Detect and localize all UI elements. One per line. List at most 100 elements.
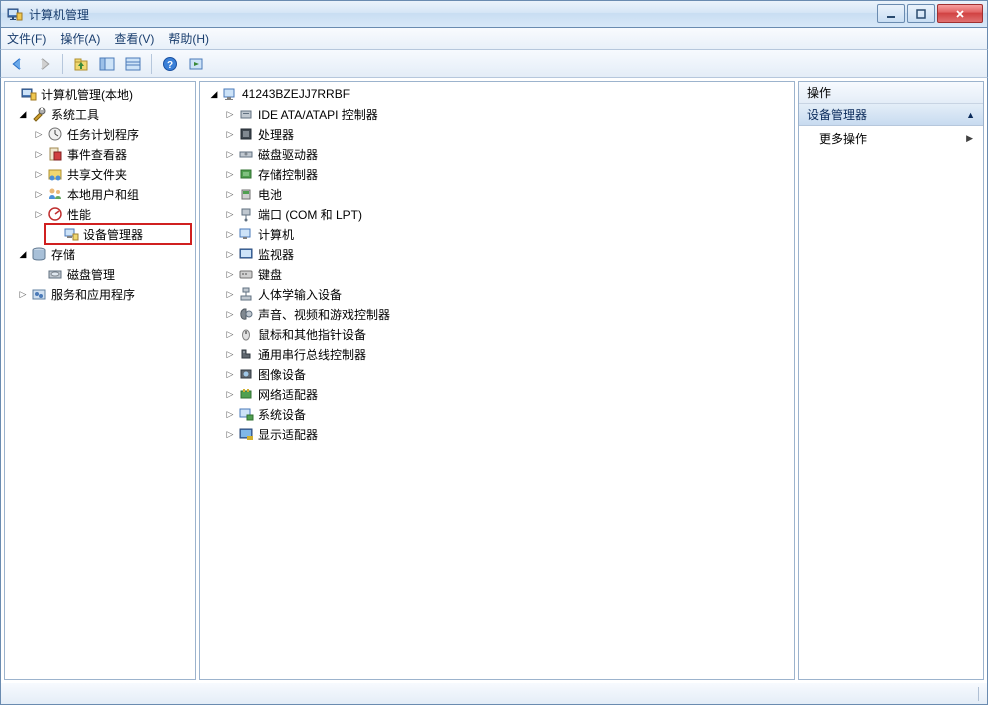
expander-icon[interactable]: ▷ <box>222 326 238 342</box>
expander-icon[interactable]: ▷ <box>222 386 238 402</box>
device-category-icon <box>238 366 254 382</box>
menu-view[interactable]: 查看(V) <box>114 30 154 47</box>
expander-icon[interactable]: ▷ <box>15 286 31 302</box>
device-category[interactable]: ▷鼠标和其他指针设备 <box>200 324 794 344</box>
toolbar-separator <box>62 54 63 74</box>
tree-label: 监视器 <box>258 246 294 263</box>
actions-subheader-label: 设备管理器 <box>807 106 867 123</box>
tree-performance[interactable]: ▷ 性能 <box>5 204 195 224</box>
tree-shared-folders[interactable]: ▷ 共享文件夹 <box>5 164 195 184</box>
expander-icon[interactable]: ▷ <box>222 266 238 282</box>
tools-icon <box>31 106 47 122</box>
device-category[interactable]: ▷ 通用串行总线控制器 <box>200 344 794 364</box>
tree-label: 计算机管理(本地) <box>41 86 133 103</box>
expander-icon[interactable]: ▷ <box>31 186 47 202</box>
menu-file[interactable]: 文件(F) <box>7 30 46 47</box>
tree-label: 系统设备 <box>258 406 306 423</box>
device-category[interactable]: ▷ 计算机 <box>200 224 794 244</box>
device-category[interactable]: ▷ 声音、视频和游戏控制器 <box>200 304 794 324</box>
expander-icon[interactable]: ▷ <box>222 166 238 182</box>
device-category[interactable]: ▷键盘 <box>200 264 794 284</box>
device-category[interactable]: ▷显示适配器 <box>200 424 794 444</box>
device-category[interactable]: ▷人体学输入设备 <box>200 284 794 304</box>
tree-label: 任务计划程序 <box>67 126 139 143</box>
expander-icon[interactable]: ▷ <box>222 226 238 242</box>
clock-icon <box>47 126 63 142</box>
tree-storage[interactable]: ◢ 存储 <box>5 244 195 264</box>
device-category-icon <box>238 106 254 122</box>
actions-subheader[interactable]: 设备管理器 ▲ <box>799 104 983 126</box>
device-category-icon <box>238 426 254 442</box>
device-category[interactable]: ▷处理器 <box>200 124 794 144</box>
properties-button[interactable] <box>122 53 144 75</box>
expander-icon[interactable]: ▷ <box>222 306 238 322</box>
forward-button[interactable] <box>33 53 55 75</box>
computer-mgmt-icon <box>21 86 37 102</box>
help-button[interactable]: ? <box>159 53 181 75</box>
device-category[interactable]: ▷ IDE ATA/ATAPI 控制器 <box>200 104 794 124</box>
expander-icon[interactable]: ▷ <box>31 206 47 222</box>
action-button[interactable] <box>185 53 207 75</box>
tree-device-manager[interactable]: ▷ 设备管理器 <box>45 224 191 244</box>
more-actions-item[interactable]: 更多操作 ▶ <box>799 126 983 150</box>
tree-root[interactable]: ▷ 计算机管理(本地) <box>5 84 195 104</box>
expander-icon[interactable]: ▷ <box>222 286 238 302</box>
tree-local-users[interactable]: ▷ 本地用户和组 <box>5 184 195 204</box>
tree-label: 电池 <box>258 186 282 203</box>
tree-label: IDE ATA/ATAPI 控制器 <box>258 106 378 123</box>
tree-label: 通用串行总线控制器 <box>258 346 366 363</box>
expander-icon[interactable]: ▷ <box>31 166 47 182</box>
tree-label: 声音、视频和游戏控制器 <box>258 306 390 323</box>
window-controls <box>875 4 983 24</box>
expander-icon[interactable]: ◢ <box>15 246 31 262</box>
expander-icon[interactable]: ▷ <box>222 406 238 422</box>
tree-system-tools[interactable]: ◢ 系统工具 <box>5 104 195 124</box>
tree-label: 性能 <box>67 206 91 223</box>
tree-services-apps[interactable]: ▷ 服务和应用程序 <box>5 284 195 304</box>
close-button[interactable] <box>937 4 983 23</box>
maximize-button[interactable] <box>907 4 935 23</box>
expander-icon[interactable]: ▷ <box>222 346 238 362</box>
device-category[interactable]: ▷磁盘驱动器 <box>200 144 794 164</box>
expander-icon[interactable]: ◢ <box>206 86 222 102</box>
expander-icon[interactable]: ▷ <box>222 246 238 262</box>
expander-icon[interactable]: ▷ <box>222 106 238 122</box>
computer-icon <box>222 86 238 102</box>
expander-icon[interactable]: ▷ <box>222 186 238 202</box>
expander-icon[interactable]: ▷ <box>222 126 238 142</box>
show-hide-tree-button[interactable] <box>96 53 118 75</box>
device-tree-pane: ◢ 41243BZEJJ7RRBF ▷ IDE ATA/ATAPI 控制器▷处理器… <box>199 81 795 680</box>
expander-icon[interactable]: ◢ <box>15 106 31 122</box>
event-icon <box>47 146 63 162</box>
expander-icon[interactable]: ▷ <box>31 126 47 142</box>
performance-icon <box>47 206 63 222</box>
minimize-button[interactable] <box>877 4 905 23</box>
device-category[interactable]: ▷ 端口 (COM 和 LPT) <box>200 204 794 224</box>
expander-icon[interactable]: ▷ <box>222 426 238 442</box>
device-category-icon <box>238 186 254 202</box>
device-category-icon <box>238 386 254 402</box>
resize-grip[interactable] <box>978 687 981 701</box>
menu-action[interactable]: 操作(A) <box>60 30 100 47</box>
tree-label: 端口 (COM 和 LPT) <box>258 206 362 223</box>
expander-icon[interactable]: ▷ <box>222 366 238 382</box>
tree-label: 服务和应用程序 <box>51 286 135 303</box>
device-category[interactable]: ▷存储控制器 <box>200 164 794 184</box>
device-category[interactable]: ▷网络适配器 <box>200 384 794 404</box>
actions-pane: 操作 设备管理器 ▲ 更多操作 ▶ <box>798 81 984 680</box>
up-button[interactable] <box>70 53 92 75</box>
tree-event-viewer[interactable]: ▷ 事件查看器 <box>5 144 195 164</box>
expander-icon[interactable]: ▷ <box>31 146 47 162</box>
expander-icon[interactable]: ▷ <box>222 146 238 162</box>
device-category[interactable]: ▷图像设备 <box>200 364 794 384</box>
menu-help[interactable]: 帮助(H) <box>168 30 209 47</box>
tree-task-scheduler[interactable]: ▷ 任务计划程序 <box>5 124 195 144</box>
device-category[interactable]: ▷ 系统设备 <box>200 404 794 424</box>
device-category[interactable]: ▷ 电池 <box>200 184 794 204</box>
back-button[interactable] <box>7 53 29 75</box>
device-category[interactable]: ▷ 监视器 <box>200 244 794 264</box>
device-root[interactable]: ◢ 41243BZEJJ7RRBF <box>200 84 794 104</box>
tree-label: 计算机 <box>258 226 294 243</box>
expander-icon[interactable]: ▷ <box>222 206 238 222</box>
tree-disk-management[interactable]: ▷ 磁盘管理 <box>5 264 195 284</box>
